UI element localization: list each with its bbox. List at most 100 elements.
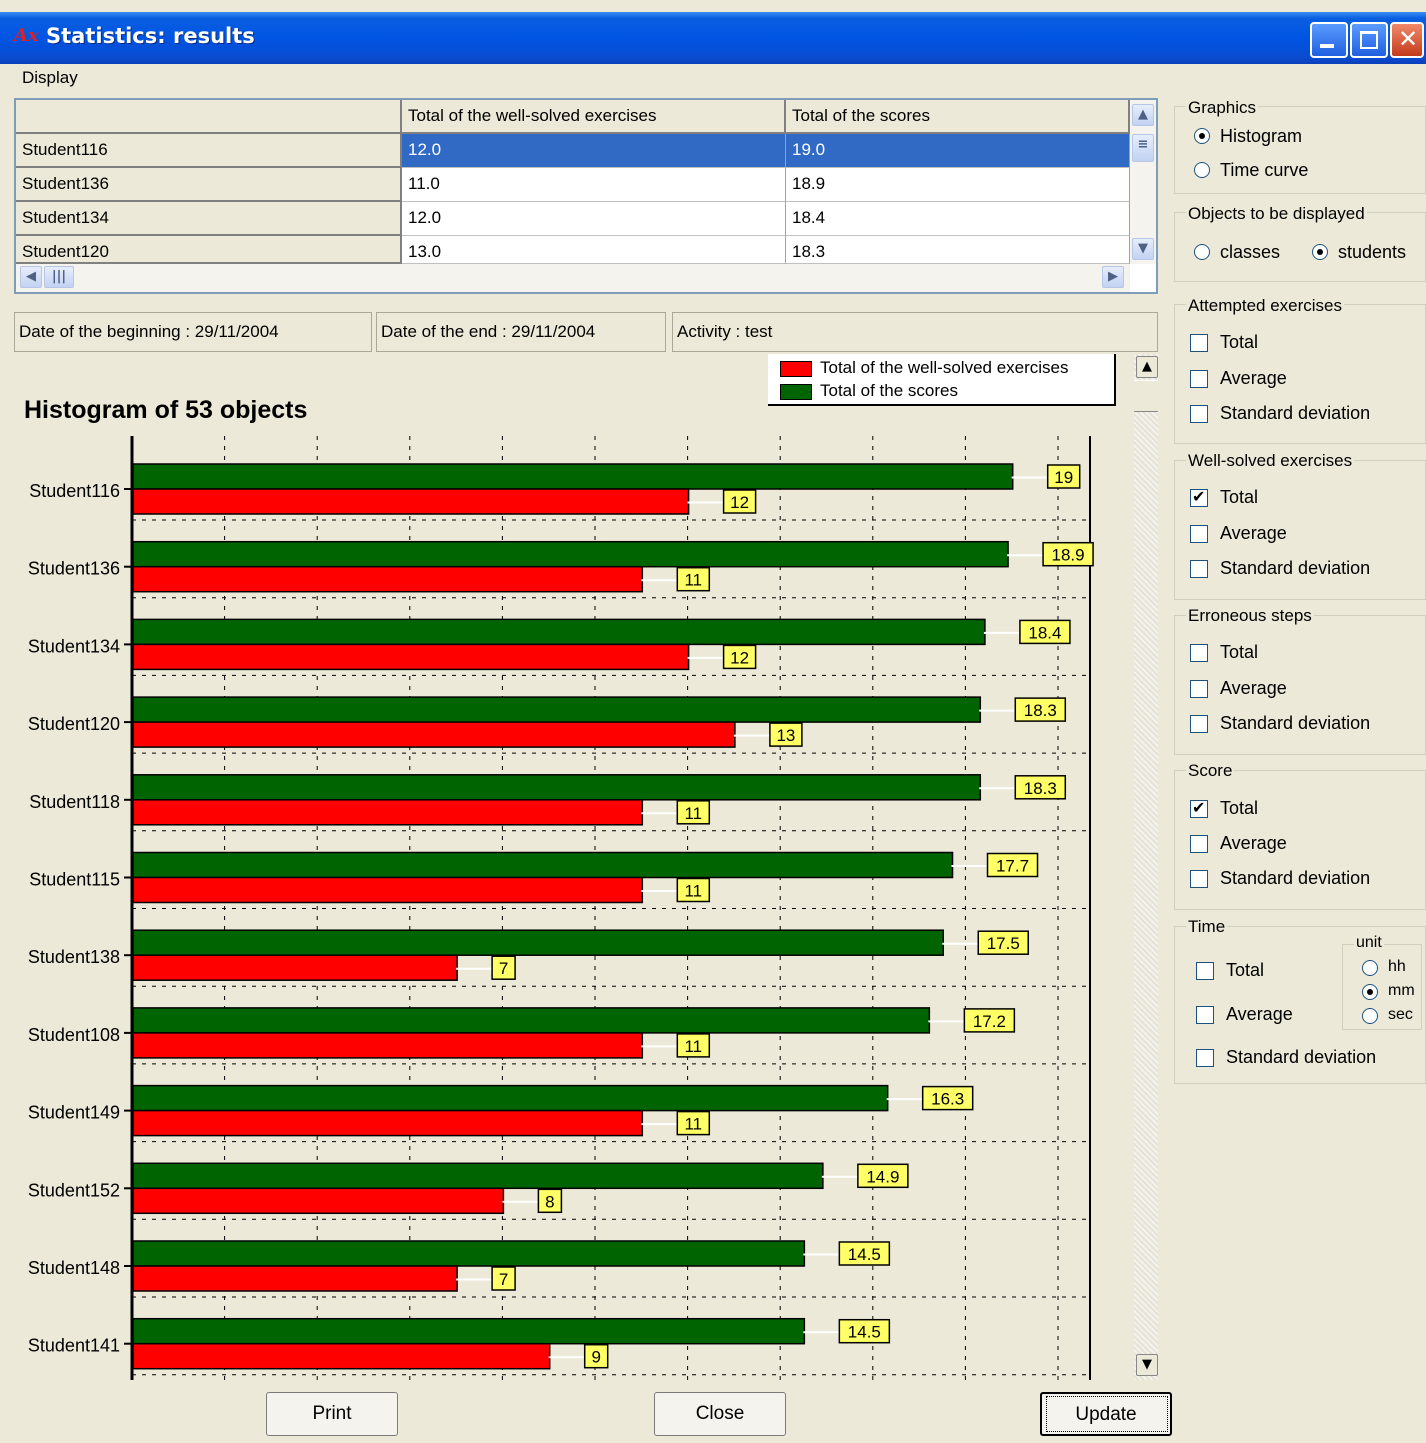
grid-row-header[interactable]: Student134	[16, 202, 402, 236]
data-label: 14.9	[866, 1167, 899, 1186]
checkbox-score-std[interactable]	[1190, 870, 1208, 888]
bar	[132, 799, 644, 826]
grid-cell[interactable]: 13.0	[402, 236, 786, 264]
checkbox-label[interactable]: Standard deviation	[1220, 713, 1370, 734]
checkbox-label[interactable]: Average	[1220, 678, 1287, 699]
checkbox-label[interactable]: Standard deviation	[1220, 868, 1370, 889]
grid-cell[interactable]: 18.9	[786, 168, 1130, 202]
print-button[interactable]: Print	[266, 1392, 398, 1436]
legend-label: Total of the scores	[820, 381, 958, 400]
minimize-button[interactable]	[1310, 22, 1348, 58]
checkbox-wellsolved-average[interactable]	[1190, 525, 1208, 543]
checkbox-time-std[interactable]	[1196, 1049, 1214, 1067]
scroll-right-arrow-icon[interactable]: ▶	[1102, 266, 1124, 288]
group-wellsolved	[1174, 460, 1426, 600]
bar	[132, 876, 644, 904]
radio-label[interactable]: hh	[1388, 958, 1406, 976]
bar	[132, 540, 1009, 568]
grid-header-scores[interactable]: Total of the scores	[786, 100, 1130, 134]
checkbox-label[interactable]: Standard deviation	[1220, 403, 1370, 424]
close-window-button[interactable]: ✕	[1390, 22, 1424, 58]
chart-scroll-thumb[interactable]	[1134, 380, 1158, 412]
grid-cell[interactable]: 11.0	[402, 168, 786, 202]
bar	[132, 721, 736, 748]
chart-scroll-up-icon[interactable]: ▲	[1136, 356, 1158, 378]
end-date-label: Date of the end : 29/11/2004	[376, 312, 666, 352]
grid-horizontal-scrollbar[interactable]	[16, 264, 1130, 292]
scroll-up-arrow-icon[interactable]: ▲	[1132, 104, 1154, 126]
bar	[132, 954, 458, 981]
data-label: 18.9	[1052, 546, 1085, 565]
checkbox-time-average[interactable]	[1196, 1006, 1214, 1024]
menu-display[interactable]: Display	[22, 68, 78, 88]
chart-area: Student116 19 12 Student136 18.9 11 Student134…	[14, 354, 1158, 1380]
checkbox-label[interactable]: Average	[1220, 833, 1287, 854]
activity-label: Activity : test	[672, 312, 1158, 352]
checkbox-label[interactable]: Total	[1220, 332, 1258, 353]
update-button[interactable]: Update	[1040, 1392, 1172, 1436]
data-label: 11	[684, 882, 702, 901]
checkbox-label[interactable]: Standard deviation	[1220, 558, 1370, 579]
checkbox-attempted-std[interactable]	[1190, 405, 1208, 423]
checkbox-score-average[interactable]	[1190, 835, 1208, 853]
checkbox-erroneous-total[interactable]	[1190, 644, 1208, 662]
grid-cell[interactable]: 18.3	[786, 236, 1130, 264]
radio-classes[interactable]	[1194, 244, 1210, 260]
grid-cell[interactable]: 19.0	[786, 134, 1130, 168]
group-title: Attempted exercises	[1186, 296, 1345, 316]
radio-unit-sec[interactable]	[1362, 1008, 1378, 1024]
chart-vertical-scrollbar[interactable]	[1134, 354, 1158, 1380]
scroll-left-arrow-icon[interactable]: ◀	[20, 266, 42, 288]
checkbox-score-total[interactable]	[1190, 798, 1208, 818]
checkbox-label[interactable]: Average	[1220, 523, 1287, 544]
radio-label[interactable]: mm	[1388, 982, 1415, 1000]
scroll-down-arrow-icon[interactable]: ▼	[1132, 238, 1154, 260]
group-title: Time	[1186, 917, 1228, 937]
radio-unit-mm[interactable]	[1362, 984, 1378, 1000]
checkbox-erroneous-average[interactable]	[1190, 680, 1208, 698]
radio-unit-hh[interactable]	[1362, 960, 1378, 976]
radio-label[interactable]: Time curve	[1220, 160, 1308, 181]
checkbox-label[interactable]: Standard deviation	[1226, 1047, 1376, 1068]
hscroll-thumb[interactable]: |||	[44, 266, 74, 288]
maximize-button[interactable]	[1350, 22, 1388, 58]
grid-cell[interactable]: 18.4	[786, 202, 1130, 236]
close-icon: ✕	[1398, 25, 1419, 53]
category-label: Student108	[28, 1025, 120, 1045]
grid-row-header[interactable]: Student116	[16, 134, 402, 168]
checkbox-wellsolved-std[interactable]	[1190, 560, 1208, 578]
checkbox-label[interactable]: Average	[1226, 1004, 1293, 1025]
group-title: Erroneous steps	[1186, 606, 1314, 626]
begin-date-label: Date of the beginning : 29/11/2004	[14, 312, 372, 352]
data-label: 11	[684, 1037, 702, 1056]
grid-row-header[interactable]: Student120	[16, 236, 402, 264]
checkbox-wellsolved-total[interactable]	[1190, 487, 1208, 507]
data-label: 19	[1054, 468, 1073, 487]
group-title: unit	[1354, 934, 1384, 952]
radio-label[interactable]: classes	[1220, 242, 1280, 263]
checkbox-attempted-total[interactable]	[1190, 334, 1208, 352]
checkbox-erroneous-std[interactable]	[1190, 715, 1208, 733]
radio-label[interactable]: students	[1338, 242, 1406, 263]
checkbox-label[interactable]: Average	[1220, 368, 1287, 389]
checkbox-label[interactable]: Total	[1220, 487, 1258, 508]
radio-students[interactable]	[1312, 244, 1328, 260]
radio-label[interactable]: Histogram	[1220, 126, 1302, 147]
radio-label[interactable]: sec	[1388, 1006, 1413, 1024]
grid-row-header[interactable]: Student136	[16, 168, 402, 202]
radio-time-curve[interactable]	[1194, 162, 1210, 178]
chart-scroll-down-icon[interactable]: ▼	[1136, 1354, 1158, 1376]
checkbox-label[interactable]: Total	[1220, 798, 1258, 819]
grid-cell[interactable]: 12.0	[402, 202, 786, 236]
radio-histogram[interactable]	[1194, 128, 1210, 144]
checkbox-attempted-average[interactable]	[1190, 370, 1208, 388]
checkbox-time-total[interactable]	[1196, 962, 1214, 980]
category-label: Student148	[28, 1258, 120, 1278]
grid-cell[interactable]: 12.0	[402, 134, 786, 168]
grid-header-wellsolved[interactable]: Total of the well-solved exercises	[402, 100, 786, 134]
close-button[interactable]: Close	[654, 1392, 786, 1436]
legend-swatch-green	[780, 384, 812, 400]
scroll-thumb[interactable]: ≡	[1132, 134, 1154, 162]
checkbox-label[interactable]: Total	[1220, 642, 1258, 663]
checkbox-label[interactable]: Total	[1226, 960, 1264, 981]
